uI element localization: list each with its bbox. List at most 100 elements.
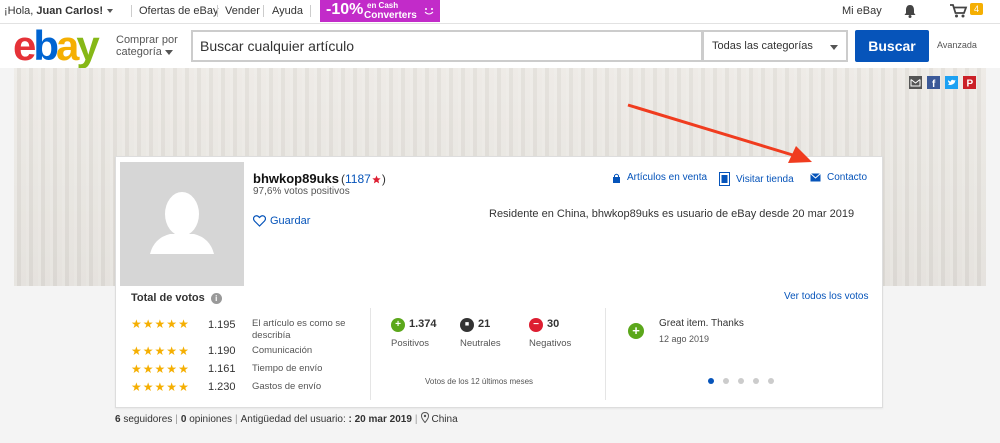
chevron-down-icon <box>830 45 838 50</box>
rating-count: 1.195 <box>208 319 236 331</box>
annotation-arrow <box>627 103 812 163</box>
positive-icon: + <box>391 318 405 332</box>
greeting-prefix: ¡Hola, <box>4 5 37 17</box>
red-star-icon <box>372 175 381 184</box>
rating-label: Comunicación <box>252 345 313 356</box>
see-all-ratings-link[interactable]: Ver todos los votos <box>784 291 869 302</box>
rating-label-line-1: El artículo es como se <box>252 318 346 329</box>
promo-smile-icon <box>424 8 434 15</box>
bell-icon[interactable] <box>902 3 918 19</box>
star-icon: ★ <box>166 317 178 331</box>
user-silhouette-icon <box>150 192 214 254</box>
items-for-sale-link[interactable]: Artículos en venta <box>612 172 707 183</box>
divider: | <box>414 414 418 425</box>
visit-store-link[interactable]: Visitar tienda <box>719 172 794 186</box>
divider: | <box>175 414 178 425</box>
greeting-user: Juan Carlos! <box>36 5 104 17</box>
shop-icon <box>613 173 620 183</box>
star-rating: ★ ★ ★ ★ ★ <box>131 318 189 330</box>
negative-count: 30 <box>547 318 560 330</box>
pager-dot[interactable] <box>723 378 729 384</box>
avatar <box>120 162 244 286</box>
items-for-sale-label: Artículos en venta <box>627 172 708 183</box>
star-icon: ★ <box>166 362 178 376</box>
seller-location: China <box>431 414 458 425</box>
member-since-date: : 20 mar 2019 <box>348 414 412 425</box>
divider <box>131 5 132 17</box>
star-icon: ★ <box>142 380 154 394</box>
mail-icon[interactable] <box>909 76 922 89</box>
rating-label-line-2: describía <box>252 330 291 341</box>
heart-icon <box>253 215 266 227</box>
facebook-icon[interactable]: f <box>927 76 940 89</box>
neutral-label: Neutrales <box>460 338 501 349</box>
divider <box>263 5 264 17</box>
star-icon: ★ <box>178 380 189 394</box>
star-icon: ★ <box>178 344 189 358</box>
star-icon: ★ <box>142 362 154 376</box>
logo-letter: b <box>33 22 59 69</box>
sell-link[interactable]: Vender <box>225 5 260 17</box>
rating-count: 1.190 <box>208 345 236 357</box>
ebay-logo[interactable]: ebay <box>13 25 100 67</box>
cart-count-badge: 4 <box>970 3 983 15</box>
pinterest-icon[interactable]: P <box>963 76 976 89</box>
category-select[interactable]: Todas las categorías <box>703 30 848 62</box>
neutral-icon: ■ <box>460 318 474 332</box>
negative-icon: − <box>529 318 543 332</box>
twitter-icon[interactable] <box>945 76 958 89</box>
search-input[interactable] <box>193 32 701 60</box>
positive-feedback-percent: 97,6% votos positivos <box>253 186 350 197</box>
rating-label: Gastos de envío <box>252 381 322 392</box>
pager-dot[interactable] <box>768 378 774 384</box>
my-ebay-link[interactable]: Mi eBay <box>842 5 882 17</box>
chevron-down-icon <box>164 49 173 55</box>
promo-percentage: -10% <box>326 1 364 18</box>
logo-letter: y <box>76 22 99 69</box>
star-icon: ★ <box>178 317 189 331</box>
pager-dot[interactable] <box>708 378 714 384</box>
divider <box>605 308 606 400</box>
seller-username[interactable]: bhwkop89uks <box>253 171 339 186</box>
shop-by-line-2: categoría <box>116 46 162 58</box>
divider <box>310 5 311 17</box>
contact-label: Contacto <box>827 172 868 183</box>
logo-letter: a <box>56 22 79 69</box>
feedback-comment: Great item. Thanks <box>659 318 744 329</box>
search-button[interactable]: Buscar <box>855 30 929 62</box>
rating-count: 1.230 <box>208 381 236 393</box>
svg-text:P: P <box>967 79 974 90</box>
greeting-menu[interactable]: ¡Hola, Juan Carlos! <box>4 5 114 17</box>
info-icon[interactable]: i <box>210 292 222 304</box>
shop-by-category-button[interactable]: Comprar por categoría <box>116 34 178 58</box>
cart-icon[interactable] <box>949 3 969 19</box>
star-icon: ★ <box>154 380 166 394</box>
star-rating: ★ ★ ★ ★ ★ <box>131 381 189 393</box>
deals-link[interactable]: Ofertas de eBay <box>139 5 219 17</box>
followers-label[interactable]: seguidores <box>121 414 172 425</box>
pager-dot[interactable] <box>753 378 759 384</box>
star-icon: ★ <box>154 317 166 331</box>
total-ratings-title: Total de votos i <box>131 292 222 304</box>
star-icon: ★ <box>142 344 154 358</box>
star-icon: ★ <box>142 317 154 331</box>
advanced-search-link[interactable]: Avanzada <box>937 40 977 50</box>
rating-label: Tiempo de envío <box>252 363 323 374</box>
positive-label: Positivos <box>391 338 430 349</box>
promo-banner[interactable]: -10% en Cash Converters <box>320 0 440 22</box>
shop-by-line-1: Comprar por <box>116 34 178 46</box>
star-icon: ★ <box>154 362 166 376</box>
contact-link[interactable]: Contacto <box>810 172 867 183</box>
store-icon <box>719 172 730 186</box>
pager-dot[interactable] <box>738 378 744 384</box>
star-icon: ★ <box>166 344 178 358</box>
divider <box>370 308 371 400</box>
save-seller-label: Guardar <box>270 215 311 227</box>
positive-count: 1.374 <box>409 318 437 330</box>
feedback-score[interactable]: (1187) <box>341 172 386 186</box>
help-link[interactable]: Ayuda <box>272 5 303 17</box>
save-seller-button[interactable]: Guardar <box>253 215 310 227</box>
promo-line-1: en Cash <box>367 1 399 10</box>
member-since-label: Antigüedad del usuario: <box>240 414 349 425</box>
reviews-label[interactable]: opiniones <box>186 414 232 425</box>
